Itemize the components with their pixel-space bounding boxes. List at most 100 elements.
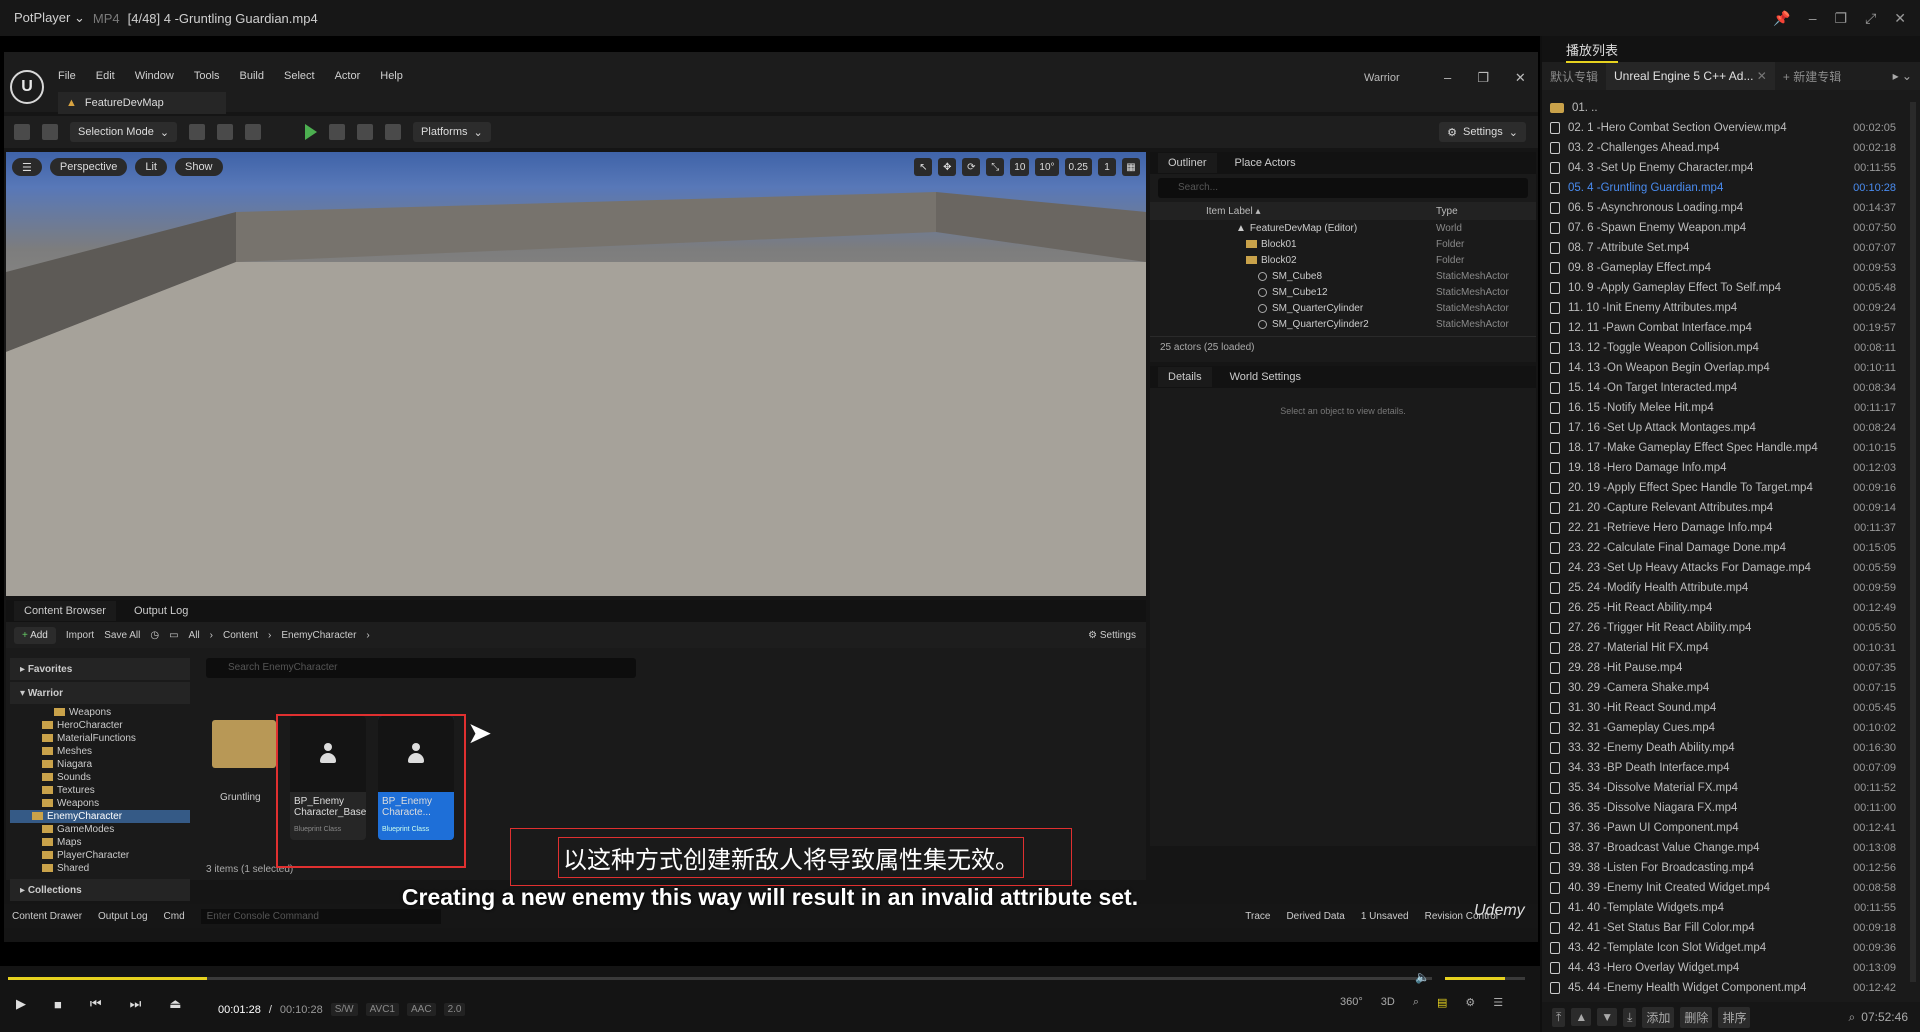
volume-slider[interactable] — [1445, 977, 1525, 980]
playlist-item[interactable]: 14. 13 -On Weapon Begin Overlap.mp4 00:10… — [1542, 358, 1920, 378]
cinematics-icon[interactable] — [245, 124, 262, 140]
add-button[interactable]: + Add — [14, 626, 56, 644]
playlist-item[interactable]: 44. 43 -Hero Overlay Widget.mp4 00:13:09 — [1542, 958, 1920, 978]
menu-window[interactable]: Window — [135, 70, 174, 82]
playlist-item[interactable]: 35. 34 -Dissolve Material FX.mp4 00:11:52 — [1542, 778, 1920, 798]
playlist-item[interactable]: 21. 20 -Capture Relevant Attributes.mp4 0… — [1542, 498, 1920, 518]
tree-item[interactable]: Maps — [10, 836, 190, 849]
rotate-tool-icon[interactable]: ⟳ — [962, 158, 981, 176]
step-icon[interactable] — [329, 124, 346, 140]
level-viewport[interactable]: ☰ Perspective Lit Show ↖ ✥ ⟳ ⤡ 10 10° 0.… — [6, 152, 1146, 596]
history-icon[interactable]: ◷ — [150, 630, 159, 641]
playlist-item[interactable]: 11. 10 -Init Enemy Attributes.mp4 00:09:2… — [1542, 298, 1920, 318]
translate-tool-icon[interactable]: ✥ — [938, 158, 957, 176]
playlist-item[interactable]: 19. 18 -Hero Damage Info.mp4 00:12:03 — [1542, 458, 1920, 478]
col-item-label[interactable]: Item Label ▴ — [1206, 206, 1261, 217]
grid-snap-value[interactable]: 10 — [1010, 158, 1030, 176]
playlist-item[interactable]: 08. 7 -Attribute Set.mp4 00:07:07 — [1542, 238, 1920, 258]
map-tab[interactable]: ▲ FeatureDevMap — [58, 92, 226, 114]
path-enemycharacter[interactable]: EnemyCharacter — [281, 630, 356, 641]
scale-snap-value[interactable]: 0.25 — [1064, 158, 1092, 176]
playlist-item[interactable]: 23. 22 -Calculate Final Damage Done.mp4 0… — [1542, 538, 1920, 558]
path-all[interactable]: All — [189, 630, 200, 641]
playlist-item[interactable]: 37. 36 -Pawn UI Component.mp4 00:12:41 — [1542, 818, 1920, 838]
playlist-item[interactable]: 13. 12 -Toggle Weapon Collision.mp4 00:08… — [1542, 338, 1920, 358]
cmd-dropdown[interactable]: Cmd — [164, 911, 185, 922]
pin-icon[interactable]: 📌 — [1773, 10, 1790, 27]
play-icon[interactable] — [305, 124, 318, 140]
move-up-icon[interactable]: ▲ — [1571, 1008, 1592, 1026]
playlist-item[interactable]: 42. 41 -Set Status Bar Fill Color.mp4 00:… — [1542, 918, 1920, 938]
restore-button[interactable]: ❐ — [1835, 10, 1848, 27]
viewport-menu-button[interactable]: ☰ — [12, 158, 42, 176]
cb-settings-button[interactable]: ⚙ Settings — [1088, 630, 1136, 641]
playlist-item[interactable]: 06. 5 -Asynchronous Loading.mp4 00:14:37 — [1542, 198, 1920, 218]
playlist-item[interactable]: 38. 37 -Broadcast Value Change.mp4 00:13:… — [1542, 838, 1920, 858]
playlist-item[interactable]: 05. 4 -Gruntling Guardian.mp4 00:10:28 — [1542, 178, 1920, 198]
tab-scroll-icons[interactable]: ▸ ⌄ — [1885, 69, 1920, 83]
sw-badge[interactable]: S/W — [330, 1003, 358, 1016]
subtitle-icon[interactable]: ▤ — [1437, 996, 1447, 1009]
tab-place-actors[interactable]: Place Actors — [1235, 157, 1296, 169]
playlist-item[interactable]: 33. 32 -Enemy Death Ability.mp4 00:16:30 — [1542, 738, 1920, 758]
folder-icon[interactable]: ▭ — [169, 630, 178, 641]
playlist-item[interactable]: 39. 38 -Listen For Broadcasting.mp4 00:12… — [1542, 858, 1920, 878]
minimize-button[interactable]: – — [1809, 10, 1817, 27]
folder-gruntling-icon[interactable] — [212, 720, 276, 768]
menu-help[interactable]: Help — [380, 70, 403, 82]
tree-item[interactable]: GameModes — [10, 823, 190, 836]
menu-actor[interactable]: Actor — [335, 70, 361, 82]
viewport-layout-icon[interactable]: ▦ — [1122, 158, 1140, 176]
playlist-search-icon[interactable]: ⌕ — [1413, 996, 1419, 1009]
playlist-item[interactable]: 25. 24 -Modify Health Attribute.mp4 00:09… — [1542, 578, 1920, 598]
tab-content-browser[interactable]: Content Browser — [14, 601, 116, 621]
tree-item[interactable]: Sounds — [10, 771, 190, 784]
settings-icon[interactable]: ⚙ — [1465, 996, 1475, 1009]
platforms-dropdown[interactable]: Platforms ⌄ — [413, 122, 491, 142]
move-down-icon[interactable]: ▼ — [1597, 1008, 1618, 1026]
scale-tool-icon[interactable]: ⤡ — [986, 158, 1005, 176]
playlist-item[interactable]: 24. 23 -Set Up Heavy Attacks For Damage.… — [1542, 558, 1920, 578]
playlist-scrollbar[interactable] — [1910, 102, 1916, 982]
save-all-button[interactable]: Save All — [104, 630, 140, 641]
rotation-snap-value[interactable]: 10° — [1035, 158, 1059, 176]
favorites-header[interactable]: ▸ Favorites — [10, 658, 190, 680]
outliner-row[interactable]: SM_QuarterCylinder2 StaticMeshActor — [1150, 316, 1536, 332]
asset-search[interactable]: Search EnemyCharacter — [206, 658, 636, 678]
previous-button[interactable]: ⏮ — [90, 996, 102, 1012]
source-control-icon[interactable] — [42, 124, 58, 140]
tab-world-settings[interactable]: World Settings — [1230, 371, 1301, 383]
playlist-item[interactable]: 16. 15 -Notify Melee Hit.mp4 00:11:17 — [1542, 398, 1920, 418]
playlist-item[interactable]: 41. 40 -Template Widgets.mp4 00:11:55 — [1542, 898, 1920, 918]
playlist-item[interactable]: 31. 30 -Hit React Sound.mp4 00:05:45 — [1542, 698, 1920, 718]
sort-button[interactable]: 排序 — [1718, 1006, 1751, 1028]
move-top-icon[interactable]: ⤒ — [1552, 1007, 1566, 1027]
path-content[interactable]: Content — [223, 630, 258, 641]
playlist-item[interactable]: 30. 29 -Camera Shake.mp4 00:07:15 — [1542, 678, 1920, 698]
playlist-item[interactable]: 40. 39 -Enemy Init Created Widget.mp4 00:… — [1542, 878, 1920, 898]
menu-file[interactable]: File — [58, 70, 76, 82]
search-icon[interactable]: ⌕ — [1849, 1010, 1856, 1025]
warrior-header[interactable]: ▾ Warrior — [10, 682, 190, 704]
eject-button[interactable]: ⏏ — [169, 996, 181, 1012]
save-icon[interactable] — [14, 124, 30, 140]
perspective-button[interactable]: Perspective — [49, 158, 128, 176]
output-log-button[interactable]: Output Log — [98, 911, 147, 922]
add-button[interactable]: 添加 — [1642, 1006, 1675, 1028]
move-bottom-icon[interactable]: ⤓ — [1623, 1007, 1637, 1027]
playlist-item[interactable]: 43. 42 -Template Icon Slot Widget.mp4 00:… — [1542, 938, 1920, 958]
camera-speed-value[interactable]: 1 — [1098, 158, 1116, 176]
show-button[interactable]: Show — [174, 158, 223, 176]
volume-icon[interactable]: 🔈 — [1415, 970, 1430, 984]
tree-item[interactable]: Shared — [10, 862, 190, 875]
close-button[interactable]: ✕ — [1894, 10, 1906, 27]
tree-item[interactable]: Niagara — [10, 758, 190, 771]
playlist-item[interactable]: 12. 11 -Pawn Combat Interface.mp4 00:19:5… — [1542, 318, 1920, 338]
playlist-item[interactable]: 04. 3 -Set Up Enemy Character.mp4 00:11:5… — [1542, 158, 1920, 178]
ue-close-button[interactable]: ✕ — [1515, 70, 1526, 86]
toolbar-settings-button[interactable]: ⚙ Settings ⌄ — [1439, 122, 1526, 142]
tab-new-album[interactable]: + 新建专辑 — [1775, 68, 1849, 85]
lit-button[interactable]: Lit — [135, 158, 167, 176]
stop-button[interactable]: ■ — [54, 997, 62, 1012]
tree-item[interactable]: MaterialFunctions — [10, 732, 190, 745]
